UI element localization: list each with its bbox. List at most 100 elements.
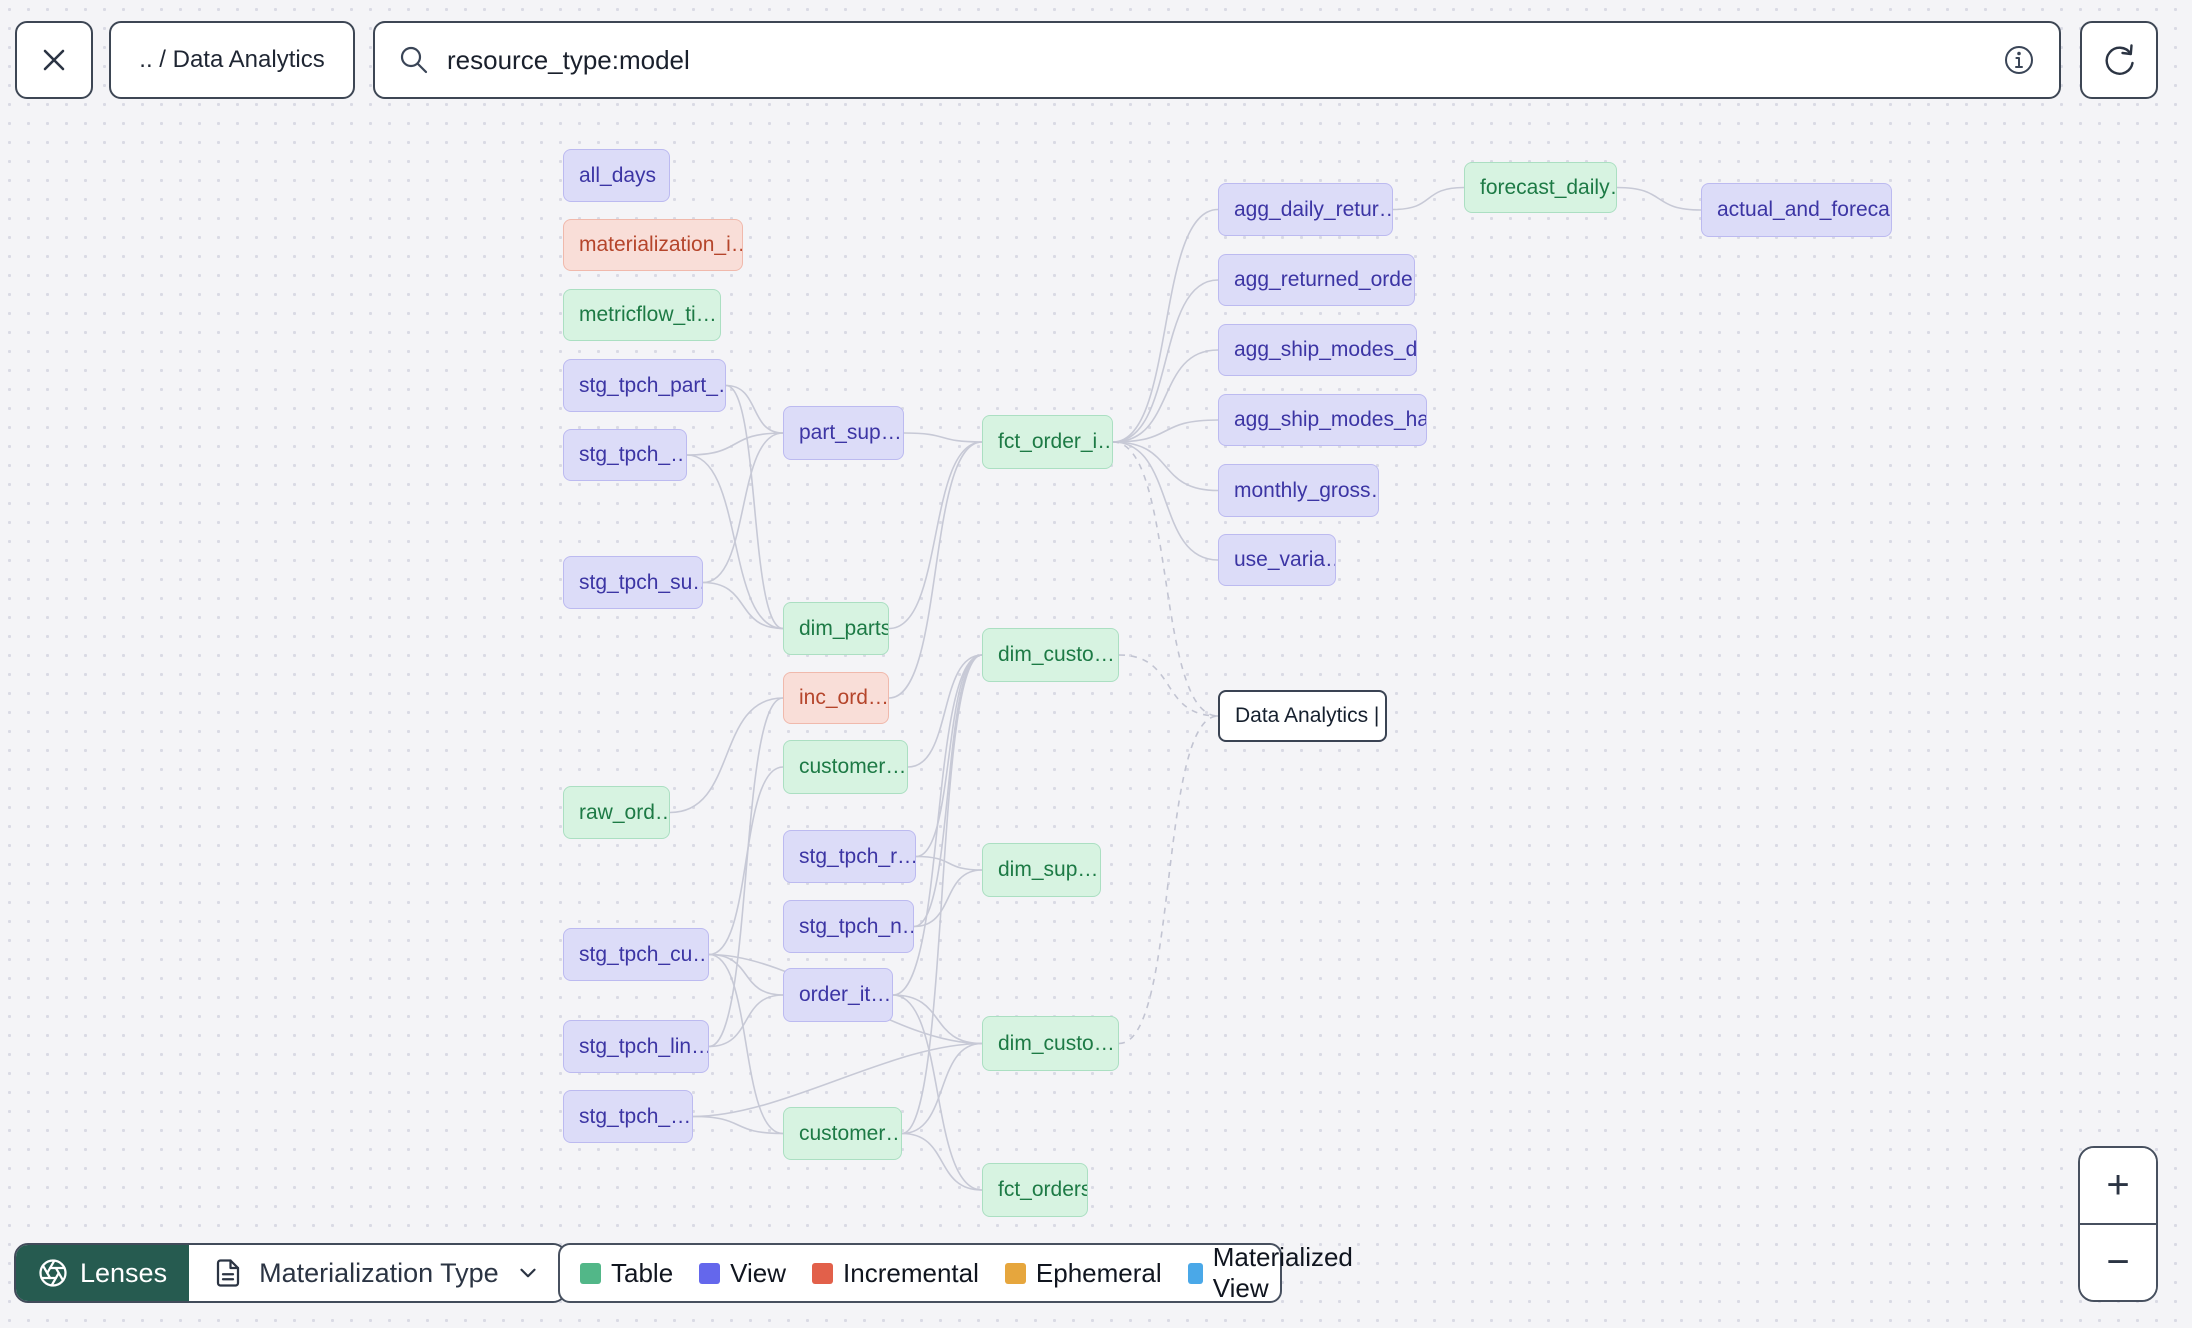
search-bar[interactable] (373, 21, 2061, 99)
lens-selector-label: Materialization Type (259, 1257, 499, 1288)
node-stg_tpch_r[interactable]: stg_tpch_r… (783, 830, 916, 883)
refresh-button[interactable] (2080, 21, 2158, 99)
search-icon (397, 43, 431, 77)
edge-dim_custo_b-exposure (1118, 715, 1219, 1045)
legend-item-materialized-view: Materialized View (1187, 1242, 1359, 1304)
node-forecast_daily[interactable]: forecast_daily… (1464, 162, 1617, 213)
edge-stg_tpch_n-dim_custo_a (913, 654, 983, 928)
node-dim_custo_b[interactable]: dim_custo… (982, 1016, 1119, 1071)
node-metricflow_ti[interactable]: metricflow_ti… (563, 289, 721, 341)
edge-fct_order_i-exposure (1112, 441, 1219, 717)
edge-stg_tpch_part-part_sup (725, 384, 784, 434)
node-stg_tpch_n[interactable]: stg_tpch_n… (783, 900, 914, 953)
node-stg_tpch_a[interactable]: stg_tpch_… (563, 429, 687, 481)
legend-swatch (699, 1262, 721, 1284)
edge-stg_tpch_cu-customer_a (708, 766, 784, 956)
legend-item-incremental: Incremental (812, 1258, 979, 1289)
node-stg_tpch_b[interactable]: stg_tpch_… (563, 1090, 693, 1143)
edge-stg_tpch_lin-inc_ord (708, 697, 784, 1048)
node-stg_tpch_cu[interactable]: stg_tpch_cu… (563, 928, 709, 981)
node-exposure[interactable]: Data Analytics | … (1218, 690, 1387, 742)
edge-fct_order_i-monthly_gross (1112, 441, 1219, 492)
edge-stg_tpch_r-dim_sup (915, 855, 983, 871)
node-part_sup[interactable]: part_sup… (783, 406, 904, 460)
node-raw_ord[interactable]: raw_ord… (563, 786, 670, 839)
node-stg_tpch_lin[interactable]: stg_tpch_lin… (563, 1020, 709, 1073)
legend-swatch (1187, 1262, 1203, 1284)
node-all_days[interactable]: all_days (563, 149, 670, 202)
edge-stg_tpch_n-dim_sup (913, 869, 983, 928)
node-actual_and_foreca[interactable]: actual_and_foreca… (1701, 183, 1892, 237)
chevron-down-icon (515, 1260, 541, 1286)
legend-swatch (580, 1262, 601, 1284)
edge-raw_ord-inc_ord (669, 697, 784, 814)
zoom-out-button[interactable]: − (2080, 1225, 2156, 1300)
edge-forecast_daily-actual_and_foreca (1616, 186, 1702, 211)
lens-selector[interactable]: Materialization Type (189, 1245, 565, 1301)
node-use_varia[interactable]: use_varia… (1218, 534, 1336, 586)
edge-stg_tpch_su-part_sup (702, 432, 784, 584)
node-materialization_i[interactable]: materialization_i… (563, 219, 743, 271)
node-dim_custo_a[interactable]: dim_custo… (982, 628, 1119, 682)
node-agg_returned_orde[interactable]: agg_returned_orde… (1218, 254, 1415, 306)
edge-customer_b-fct_orders (901, 1132, 983, 1191)
node-dim_parts[interactable]: dim_parts (783, 602, 889, 655)
node-customer_b[interactable]: customer… (783, 1107, 902, 1160)
node-agg_daily_retur[interactable]: agg_daily_retur… (1218, 183, 1393, 236)
node-order_it[interactable]: order_it… (783, 968, 893, 1022)
legend-swatch (812, 1262, 834, 1284)
info-icon[interactable] (2001, 42, 2037, 78)
node-agg_ship_modes_ha[interactable]: agg_ship_modes_ha… (1218, 394, 1427, 446)
legend-item-view: View (699, 1258, 786, 1289)
legend-label: Table (611, 1257, 674, 1288)
aperture-icon (38, 1258, 68, 1288)
edge-agg_daily_retur-forecast_daily (1392, 186, 1465, 211)
node-dim_sup[interactable]: dim_sup… (982, 843, 1101, 897)
edge-inc_ord-fct_order_i (888, 441, 983, 699)
edge-stg_tpch_a-part_sup (686, 432, 784, 456)
node-agg_ship_modes_d[interactable]: agg_ship_modes_d… (1218, 324, 1417, 376)
edge-customer_a-dim_custo_a (907, 654, 983, 768)
edge-fct_order_i-agg_ship_modes_d (1112, 349, 1219, 443)
breadcrumb-label: .. / Data Analytics (139, 46, 325, 73)
lenses-button[interactable]: Lenses (16, 1245, 190, 1301)
node-fct_orders[interactable]: fct_orders (982, 1163, 1088, 1217)
legend-label: Materialized View (1212, 1242, 1353, 1303)
legend-label: Ephemeral (1035, 1257, 1162, 1288)
node-fct_order_i[interactable]: fct_order_i… (982, 415, 1113, 469)
node-monthly_gross[interactable]: monthly_gross… (1218, 464, 1379, 517)
refresh-icon (2100, 41, 2138, 79)
edge-fct_order_i-agg_daily_retur (1112, 208, 1219, 443)
node-customer_a[interactable]: customer… (783, 740, 908, 794)
legend: Table View Incremental Ephemeral Materialize… (558, 1242, 1353, 1303)
close-button[interactable] (15, 21, 93, 99)
edge-dim_custo_a-exposure (1118, 654, 1219, 717)
edge-order_it-fct_orders (892, 994, 983, 1191)
edge-stg_tpch_part-dim_parts (725, 384, 784, 630)
close-icon (38, 44, 70, 76)
edge-dim_parts-fct_order_i (888, 441, 983, 630)
edge-stg_tpch_su-dim_parts (702, 581, 784, 630)
edge-customer_b-dim_custo_a (901, 654, 983, 1135)
node-stg_tpch_part[interactable]: stg_tpch_part_… (563, 359, 726, 412)
edge-stg_tpch_lin-order_it (708, 994, 784, 1048)
edge-order_it-dim_custo_b (892, 994, 983, 1045)
legend-label: View (730, 1257, 787, 1288)
breadcrumb[interactable]: .. / Data Analytics (109, 21, 355, 99)
node-stg_tpch_su[interactable]: stg_tpch_su… (563, 556, 703, 609)
edge-customer_b-dim_custo_b (901, 1042, 983, 1135)
zoom-controls: + − (2078, 1146, 2158, 1302)
zoom-in-button[interactable]: + (2080, 1148, 2156, 1223)
edge-stg_tpch_cu-customer_b (708, 953, 784, 1135)
legend-label: Incremental (843, 1257, 979, 1288)
node-inc_ord[interactable]: inc_ord… (783, 672, 889, 724)
document-icon (213, 1258, 243, 1288)
search-input[interactable] (447, 44, 2001, 76)
edge-fct_order_i-agg_ship_modes_ha (1112, 419, 1219, 443)
legend-swatch (1004, 1262, 1026, 1284)
edge-stg_tpch_cu-order_it (708, 953, 784, 996)
edge-stg_tpch_b-dim_custo_b (692, 1042, 983, 1118)
lenses-label: Lenses (80, 1257, 168, 1288)
edge-fct_order_i-use_varia (1112, 441, 1219, 561)
edge-fct_order_i-agg_returned_orde (1112, 279, 1219, 443)
